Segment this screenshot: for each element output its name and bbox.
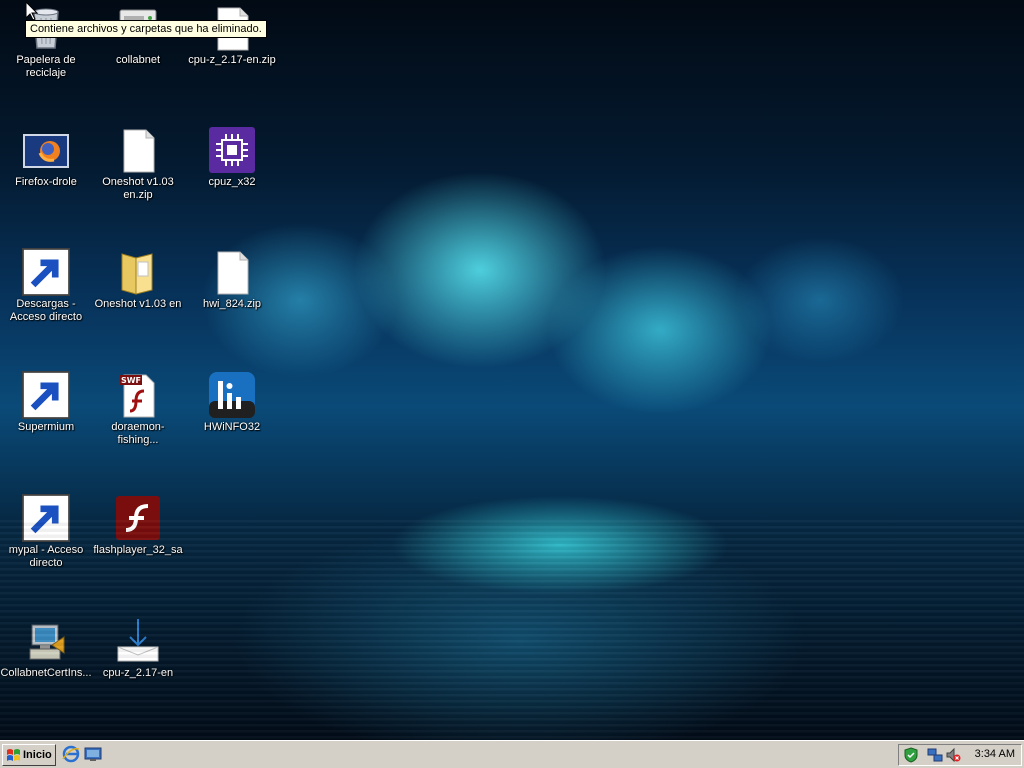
desktop-icon-label: flashplayer_32_sa xyxy=(93,544,183,556)
shortcut-arrow-icon xyxy=(22,248,70,296)
desktop-icon-flashplayer[interactable]: flashplayer_32_sa xyxy=(92,494,184,557)
swf-file-icon: SWF xyxy=(114,371,162,419)
shortcut-arrow-icon xyxy=(22,494,70,542)
desktop-icon-label: doraemon-fishing... xyxy=(111,421,165,446)
shortcut-arrow-icon xyxy=(22,371,70,419)
windows-logo-icon xyxy=(7,749,20,761)
desktop-icon-cpuz-x32[interactable]: cpuz_x32 xyxy=(186,126,278,189)
desktop-icon-label: Papelera de reciclaje xyxy=(16,54,76,79)
installer-icon xyxy=(22,617,70,665)
desktop-icon-mypal-shortcut[interactable]: mypal - Acceso directo xyxy=(0,494,92,570)
mypal-raccoon-icon xyxy=(22,494,70,542)
desktop-icon-label: cpu-z_2.17-en.zip xyxy=(188,54,276,66)
desktop-icon-label: Oneshot v1.03 en.zip xyxy=(102,176,174,201)
desktop-icon-label: cpu-z_2.17-en xyxy=(102,667,174,679)
desktop-icon-doraemon-swf[interactable]: SWF doraemon-fishing... xyxy=(92,371,184,447)
tooltip: Contiene archivos y carpetas que ha elim… xyxy=(25,20,267,38)
volume-muted-icon[interactable] xyxy=(945,747,961,763)
clock[interactable]: 3:34 AM xyxy=(975,748,1015,760)
cpuz-icon xyxy=(208,126,256,174)
show-desktop-icon[interactable] xyxy=(84,745,102,763)
desktop-icon-label: hwi_824.zip xyxy=(202,298,262,310)
folder-icon xyxy=(114,248,162,296)
zip-file-icon xyxy=(208,248,256,296)
desktop-icon-hwi-zip[interactable]: hwi_824.zip xyxy=(186,248,278,311)
zip-file-icon xyxy=(114,126,162,174)
desktop-icon-hwinfo32[interactable]: HWiNFO32 xyxy=(186,371,278,434)
system-tray: 3:34 AM xyxy=(898,744,1022,766)
desktop-icon-cpu-z-folder[interactable]: cpu-z_2.17-en xyxy=(92,617,184,680)
desktop-icon-oneshot-zip[interactable]: Oneshot v1.03 en.zip xyxy=(92,126,184,202)
desktop[interactable]: Papelera de reciclaje collabnet cpu-z_2.… xyxy=(0,0,1024,740)
downloads-folder-icon xyxy=(22,248,70,296)
desktop-icon-collabnet-cert[interactable]: CollabnetCertIns... xyxy=(0,617,92,680)
desktop-icon-label: collabnet xyxy=(115,54,161,66)
desktop-icon-label: Supermium xyxy=(17,421,75,433)
flash-player-icon xyxy=(114,494,162,542)
security-shield-icon[interactable] xyxy=(903,747,919,763)
desktop-icon-descargas-shortcut[interactable]: Descargas - Acceso directo xyxy=(0,248,92,324)
desktop-icon-supermium[interactable]: Supermium xyxy=(0,371,92,434)
desktop-icon-label: Oneshot v1.03 en xyxy=(94,298,182,310)
desktop-icon-label: Descargas - Acceso directo xyxy=(9,298,83,323)
start-button[interactable]: Inicio xyxy=(2,744,56,766)
desktop-icon-label: Firefox-drole xyxy=(15,176,77,188)
internet-explorer-icon[interactable] xyxy=(62,745,80,763)
firefox-image-icon xyxy=(22,126,70,174)
svg-text:SWF: SWF xyxy=(121,376,141,385)
desktop-icon-firefox-drole[interactable]: Firefox-drole xyxy=(0,126,92,189)
network-icon[interactable] xyxy=(927,747,943,763)
desktop-icon-label: cpuz_x32 xyxy=(208,176,256,188)
start-button-label: Inicio xyxy=(23,749,52,761)
desktop-icon-label: HWiNFO32 xyxy=(203,421,261,433)
supermium-browser-icon xyxy=(22,371,70,419)
taskbar: Inicio 3:34 AM xyxy=(0,740,1024,768)
desktop-icon-oneshot-folder[interactable]: Oneshot v1.03 en xyxy=(92,248,184,311)
hwinfo-icon xyxy=(208,371,256,419)
mouse-cursor-icon xyxy=(26,2,38,21)
desktop-icon-recycle-bin[interactable]: Papelera de reciclaje xyxy=(0,4,92,80)
download-folder-icon xyxy=(114,617,162,665)
desktop-icon-label: mypal - Acceso directo xyxy=(8,544,84,569)
desktop-icon-label: CollabnetCertIns... xyxy=(0,667,92,679)
